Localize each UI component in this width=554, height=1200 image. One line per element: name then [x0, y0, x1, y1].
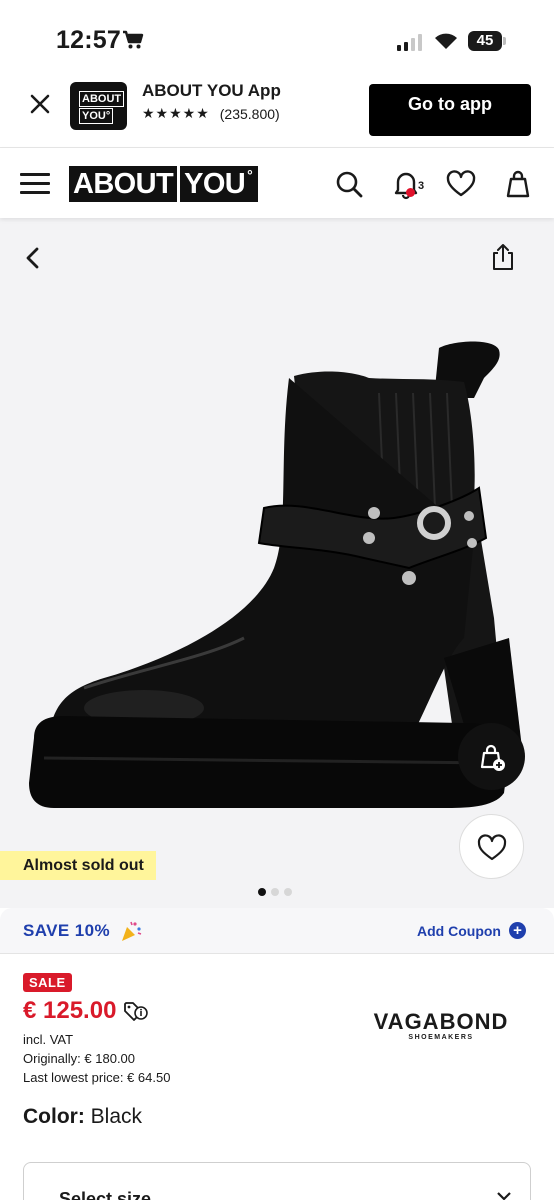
wifi-icon	[435, 33, 457, 49]
gallery-pagination	[258, 888, 292, 896]
color-row: Color: Black	[23, 1105, 142, 1129]
bag-icon[interactable]	[502, 168, 534, 200]
page-dot[interactable]	[284, 888, 292, 896]
brand-logo[interactable]: VAGABOND SHOEMAKERS	[350, 1009, 532, 1042]
original-price: Originally: € 180.00	[23, 1051, 136, 1066]
add-coupon-button[interactable]: Add Coupon +	[417, 922, 526, 939]
share-icon[interactable]	[489, 242, 517, 272]
site-header: ABOUT YOU ° 3	[0, 148, 554, 218]
color-label: Color:	[23, 1105, 85, 1128]
bag-plus-icon	[480, 744, 505, 771]
back-arrow-icon[interactable]	[20, 244, 48, 272]
size-select-label: Select size	[59, 1189, 152, 1200]
save-label: SAVE 10%	[23, 921, 110, 940]
rating-stars: ★★★★★	[142, 105, 210, 121]
notification-dot	[406, 188, 415, 197]
lowest-price: Last lowest price: € 64.50	[23, 1070, 171, 1085]
battery-icon: 45	[468, 31, 506, 51]
app-logo: ABOUT YOU°	[70, 82, 127, 130]
page-dot-active[interactable]	[258, 888, 266, 896]
banner-title: ABOUT YOU App	[142, 81, 281, 100]
current-price: € 125.00	[23, 997, 117, 1024]
app-logo-line2: YOU°	[79, 108, 114, 124]
page-dot[interactable]	[271, 888, 279, 896]
app-download-banner: ABOUT YOU° ABOUT YOU App ★★★★★ (235.800)…	[0, 80, 554, 148]
sale-badge: SALE	[23, 973, 72, 992]
close-icon[interactable]	[26, 90, 54, 118]
battery-level: 45	[476, 32, 494, 49]
brand-sub: SHOEMAKERS	[408, 1034, 474, 1041]
coupon-bar: SAVE 10% Add Coupon +	[0, 908, 554, 954]
logo-left: ABOUT	[73, 168, 174, 200]
vat-note: incl. VAT	[23, 1032, 74, 1047]
logo-right: YOU	[184, 168, 246, 200]
status-time: 12:57	[56, 26, 121, 54]
add-to-bag-button[interactable]	[458, 723, 525, 790]
signal-icon	[397, 33, 422, 51]
chevron-down-icon	[497, 1192, 511, 1200]
app-logo-line1: ABOUT	[79, 91, 125, 107]
wishlist-button[interactable]	[459, 814, 524, 879]
banner-rating: ★★★★★ (235.800)	[142, 105, 280, 122]
add-coupon-label: Add Coupon	[417, 922, 501, 939]
rating-count: (235.800)	[219, 105, 280, 122]
product-info: SALE € 125.00 incl. VAT Originally: € 18…	[0, 955, 554, 1200]
notification-count: 3	[418, 180, 425, 192]
heart-icon[interactable]	[445, 168, 477, 200]
color-value: Black	[90, 1105, 143, 1128]
heart-outline-icon	[477, 834, 507, 861]
party-popper-icon	[122, 921, 142, 941]
size-select[interactable]: Select size	[23, 1162, 531, 1200]
menu-icon[interactable]	[20, 171, 50, 195]
price-info-icon[interactable]	[123, 1000, 149, 1022]
stock-badge: Almost sold out	[0, 851, 156, 880]
product-gallery[interactable]: Almost sold out	[0, 218, 554, 908]
search-icon[interactable]	[333, 168, 365, 200]
cart-icon	[123, 30, 144, 49]
site-logo[interactable]: ABOUT YOU °	[69, 166, 259, 202]
status-bar: 12:57 45	[0, 0, 554, 80]
plus-icon: +	[508, 922, 526, 939]
notifications-button[interactable]: 3	[390, 168, 425, 200]
product-image-boot	[29, 341, 522, 808]
brand-name: VAGABOND	[373, 1009, 509, 1034]
go-to-app-button[interactable]: Go to app	[369, 84, 531, 136]
